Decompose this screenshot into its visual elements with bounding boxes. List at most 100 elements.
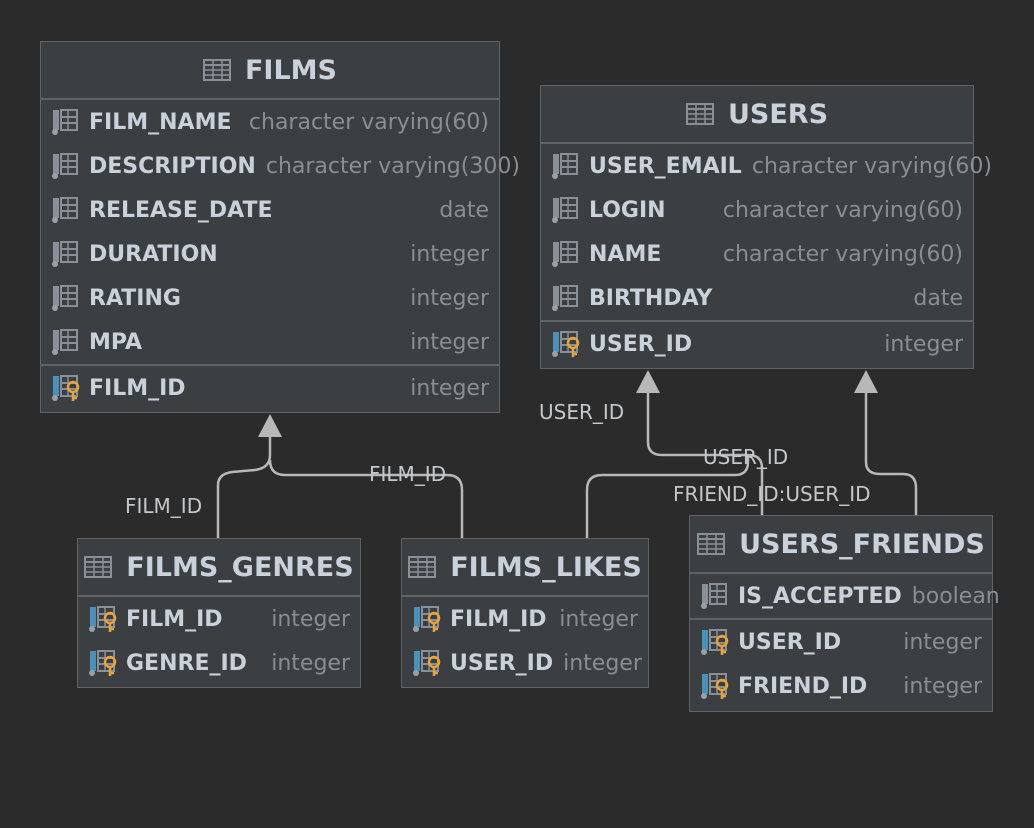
key-row-friend-id[interactable]: FRIEND_ID integer [690,664,992,708]
column-name: DESCRIPTION [89,153,256,179]
key-row-film-id[interactable]: FILM_ID integer [41,364,499,410]
key-row-user-id[interactable]: USER_ID integer [690,618,992,664]
table-title: FILMS [244,54,337,86]
edge-label-friend-id-friends: FRIEND_ID:USER_ID [673,482,871,506]
column-icon [52,109,78,135]
column-type: boolean [911,583,1000,609]
column-type: date [439,197,489,223]
column-type: integer [563,650,642,676]
column-icon [52,285,78,311]
table-icon [202,59,231,81]
column-icon [52,241,78,267]
column-name: FILM_ID [89,375,186,401]
table-header[interactable]: FILMS_GENRES [78,539,360,597]
column-name: MPA [89,329,143,355]
column-row-mpa[interactable]: MPA integer [41,320,499,364]
column-row-rating[interactable]: RATING integer [41,276,499,320]
primary-key-column-icon [701,629,729,655]
column-type: integer [410,285,489,311]
primary-key-column-icon [413,606,441,632]
primary-key-column-icon [52,375,80,401]
arrowhead-films [258,414,282,437]
column-name: RELEASE_DATE [89,197,273,223]
table-title: USERS [727,98,829,130]
column-type: integer [410,329,489,355]
table-users[interactable]: USERS USER_EMAIL character varying(60) LOGI… [540,85,992,369]
column-type: integer [884,331,963,357]
edge-label-film-id-genres: FILM_ID [125,494,203,518]
table-title: USERS_FRIENDS [739,528,985,560]
column-icon [52,197,78,223]
table-title: FILMS_GENRES [126,551,354,583]
edge-label-user-id-friends: USER_ID [703,445,789,469]
column-name: USER_ID [589,331,693,357]
column-row-login[interactable]: LOGIN character varying(60) [541,188,973,232]
column-row-description[interactable]: DESCRIPTION character varying(300) [41,144,520,188]
column-type: character varying(60) [248,109,489,135]
table-header[interactable]: FILMS_LIKES [402,539,648,597]
column-icon [52,329,78,355]
arrowhead-users-left [636,370,660,393]
column-icon [552,241,578,267]
column-icon [552,153,578,179]
key-row-film-id[interactable]: FILM_ID integer [402,597,648,641]
key-row-user-id[interactable]: USER_ID integer [541,320,973,366]
column-type: character varying(60) [722,241,963,267]
column-type: character varying(60) [722,197,963,223]
column-type: integer [903,629,982,655]
table-icon [685,103,714,125]
column-name: LOGIN [589,197,666,223]
column-row-release-date[interactable]: RELEASE_DATE date [41,188,499,232]
edge-friends-friend-users [864,392,918,516]
column-type: integer [271,650,350,676]
table-header[interactable]: USERS [541,86,973,144]
table-title: FILMS_LIKES [450,551,642,583]
column-type: integer [410,241,489,267]
table-films-likes[interactable]: FILMS_LIKES FILM_ID integer USER_ID integer [401,538,649,688]
primary-key-column-icon [413,650,441,676]
column-row-film-name[interactable]: FILM_NAME character varying(60) [41,100,499,144]
table-icon [697,533,726,555]
column-icon [52,153,78,179]
table-header[interactable]: USERS_FRIENDS [690,516,992,574]
column-name: BIRTHDAY [589,285,713,311]
primary-key-column-icon [89,650,117,676]
column-row-is-accepted[interactable]: IS_ACCEPTED boolean [690,574,1000,618]
column-name: GENRE_ID [126,650,247,676]
column-row-duration[interactable]: DURATION integer [41,232,499,276]
key-row-film-id[interactable]: FILM_ID integer [78,597,360,641]
edge-label-user-id-likes: USER_ID [539,400,625,424]
column-name: RATING [89,285,181,311]
column-name: IS_ACCEPTED [738,583,902,609]
table-users-friends[interactable]: USERS_FRIENDS IS_ACCEPTED boolean USER_ID in… [689,515,1000,712]
edge-films-genres-films [216,437,272,538]
column-name: USER_ID [738,629,842,655]
column-type: integer [903,673,982,699]
column-row-name[interactable]: NAME character varying(60) [541,232,973,276]
table-films[interactable]: FILMS FILM_NAME character varying(60) DESCR… [40,41,520,413]
column-name: USER_ID [450,650,554,676]
edge-label-film-id-likes: FILM_ID [369,462,447,486]
arrowhead-users-right [854,370,878,393]
column-type: date [913,285,963,311]
column-name: FILM_ID [126,606,223,632]
column-name: DURATION [89,241,218,267]
table-icon [84,556,113,578]
column-row-user-email[interactable]: USER_EMAIL character varying(60) [541,144,992,188]
table-icon [408,556,437,578]
table-header[interactable]: FILMS [41,42,499,100]
column-name: USER_EMAIL [589,153,742,179]
column-name: NAME [589,241,662,267]
column-type: character varying(60) [751,153,992,179]
column-row-birthday[interactable]: BIRTHDAY date [541,276,973,320]
column-icon [552,285,578,311]
column-type: integer [271,606,350,632]
table-films-genres[interactable]: FILMS_GENRES FILM_ID integer GENRE_ID intege… [77,538,361,688]
primary-key-column-icon [89,606,117,632]
column-name: FRIEND_ID [738,673,868,699]
column-type: integer [410,375,489,401]
key-row-genre-id[interactable]: GENRE_ID integer [78,641,360,685]
column-name: FILM_NAME [89,109,232,135]
key-row-user-id[interactable]: USER_ID integer [402,641,648,685]
column-name: FILM_ID [450,606,547,632]
